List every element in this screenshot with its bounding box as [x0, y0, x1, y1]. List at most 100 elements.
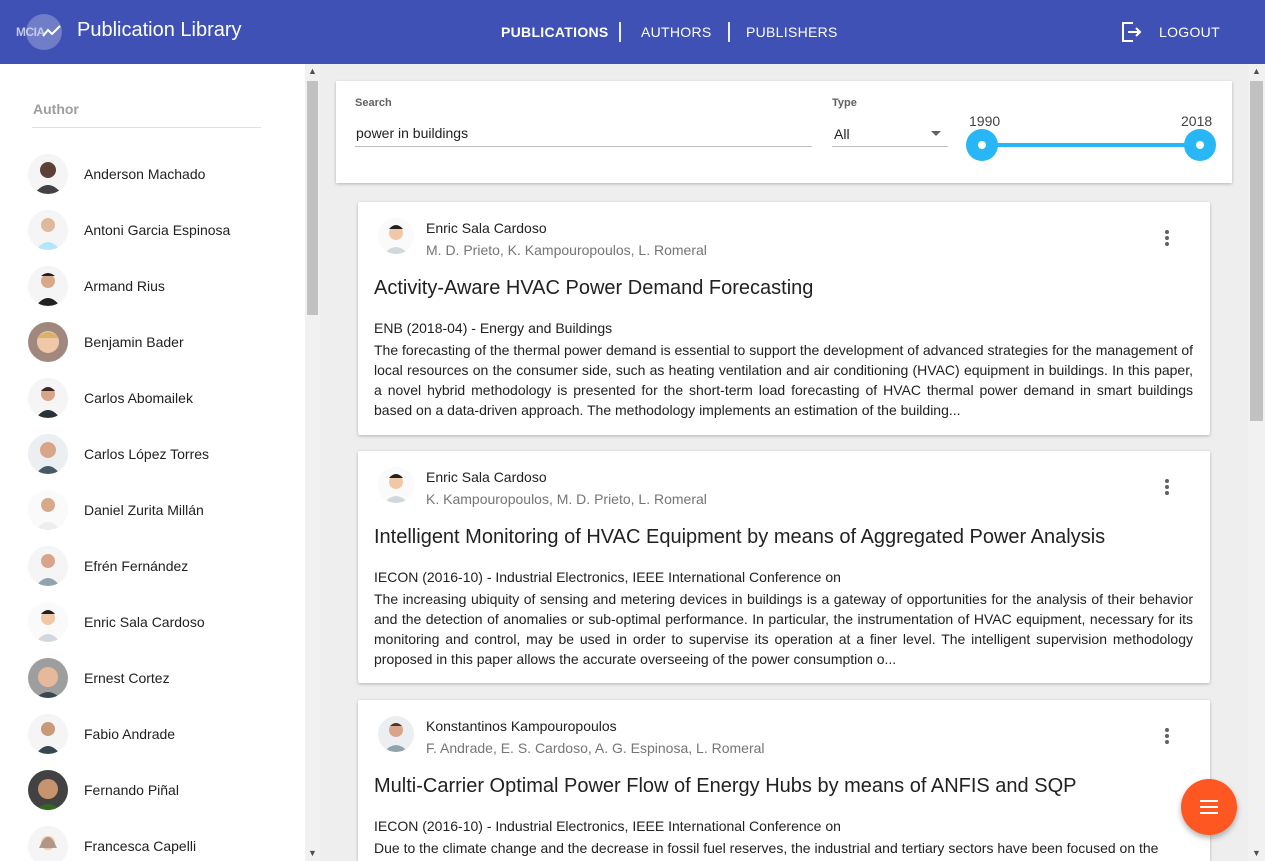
author-avatar: [28, 266, 68, 306]
year-max-label: 2018: [1181, 113, 1213, 129]
mcia-logo: MCIA: [16, 14, 62, 50]
author-avatar: [28, 210, 68, 250]
author-item[interactable]: Ernest Cortez: [0, 650, 305, 706]
author-avatar: [378, 218, 414, 254]
logout-icon[interactable]: [1119, 20, 1143, 44]
author-item[interactable]: Anderson Machado: [0, 146, 305, 202]
type-select[interactable]: All: [832, 121, 948, 147]
chevron-down-icon: [931, 131, 941, 136]
publication-abstract: Due to the climate change and the decrea…: [374, 840, 1159, 856]
author-name: Antoni Garcia Espinosa: [84, 222, 231, 238]
author-name: Francesca Capelli: [84, 838, 197, 854]
author-list: Anderson Machado Antoni Garcia Espinosa …: [0, 146, 305, 861]
author-item[interactable]: Carlos Abomailek: [0, 370, 305, 426]
author-avatar: [28, 434, 68, 474]
publication-title[interactable]: Activity-Aware HVAC Power Demand Forecas…: [374, 277, 813, 300]
author-name: Daniel Zurita Millán: [84, 502, 204, 518]
author-avatar: [28, 322, 68, 362]
author-item[interactable]: Antoni Garcia Espinosa: [0, 202, 305, 258]
author-item[interactable]: Benjamin Bader: [0, 314, 305, 370]
author-name: Benjamin Bader: [84, 334, 184, 350]
main-content: Search Type All 1990 2018 Enric Sala Car…: [320, 64, 1248, 861]
author-item[interactable]: Francesca Capelli: [0, 818, 305, 861]
author-avatar: [378, 716, 414, 752]
author-avatar: [28, 154, 68, 194]
author-item[interactable]: Fernando Piñal: [0, 762, 305, 818]
author-name: Fernando Piñal: [84, 782, 179, 798]
publication-card[interactable]: Enric Sala Cardoso K. Kampouropoulos, M.…: [358, 451, 1210, 683]
nav-separator: [728, 22, 730, 42]
search-label: Search: [355, 97, 392, 109]
nav-publications[interactable]: PUBLICATIONS: [501, 24, 609, 40]
publication-card[interactable]: Konstantinos Kampouropoulos F. Andrade, …: [358, 700, 1210, 861]
scrollbar-thumb[interactable]: [307, 81, 318, 315]
publication-title[interactable]: Multi-Carrier Optimal Power Flow of Ener…: [374, 775, 1076, 798]
author-name: Carlos Abomailek: [84, 390, 193, 406]
publication-venue: ENB (2018-04) - Energy and Buildings: [374, 320, 613, 336]
logo-text: MCIA: [16, 25, 45, 39]
author-avatar: [378, 467, 414, 503]
author-item[interactable]: Carlos López Torres: [0, 426, 305, 482]
sidebar-divider: [32, 127, 261, 128]
year-min-label: 1990: [969, 113, 1001, 129]
app-bar: MCIA Publication Library PUBLICATIONS AU…: [0, 0, 1265, 64]
publication-coauthors: K. Kampouropoulos, M. D. Prieto, L. Rome…: [426, 491, 707, 507]
logout-button[interactable]: LOGOUT: [1159, 24, 1220, 40]
publication-venue: IECON (2016-10) - Industrial Electronics…: [374, 818, 841, 834]
publication-abstract: The forecasting of the thermal power dem…: [374, 342, 1193, 418]
publication-author[interactable]: Enric Sala Cardoso: [426, 220, 547, 236]
author-avatar: [28, 826, 68, 861]
author-name: Armand Rius: [84, 278, 165, 294]
author-avatar: [28, 546, 68, 586]
type-label: Type: [832, 97, 857, 109]
sidebar-header: Author: [33, 101, 79, 117]
scroll-down-icon[interactable]: ▼: [305, 846, 320, 861]
author-item[interactable]: Enric Sala Cardoso: [0, 594, 305, 650]
more-vert-icon[interactable]: [1157, 477, 1177, 497]
filter-card: Search Type All 1990 2018: [336, 81, 1232, 183]
publication-author[interactable]: Enric Sala Cardoso: [426, 469, 547, 485]
publication-author[interactable]: Konstantinos Kampouropoulos: [426, 718, 617, 734]
year-min-handle[interactable]: [966, 129, 998, 161]
main-scrollbar[interactable]: ▲ ▼: [1248, 64, 1265, 861]
menu-icon: [1200, 812, 1218, 814]
author-avatar: [28, 658, 68, 698]
author-name: Efrén Fernández: [84, 558, 189, 574]
publication-card[interactable]: Enric Sala Cardoso M. D. Prieto, K. Kamp…: [358, 202, 1210, 435]
year-range-track[interactable]: [982, 143, 1200, 147]
sidebar-scrollbar[interactable]: ▲ ▼: [305, 64, 320, 861]
app-title: Publication Library: [77, 19, 242, 41]
author-name: Ernest Cortez: [84, 670, 170, 686]
publication-coauthors: F. Andrade, E. S. Cardoso, A. G. Espinos…: [426, 740, 765, 756]
scroll-down-icon[interactable]: ▼: [1249, 846, 1264, 861]
author-item[interactable]: Efrén Fernández: [0, 538, 305, 594]
author-item[interactable]: Armand Rius: [0, 258, 305, 314]
publication-title[interactable]: Intelligent Monitoring of HVAC Equipment…: [374, 526, 1105, 549]
publication-abstract: The increasing ubiquity of sensing and m…: [374, 591, 1193, 667]
author-item[interactable]: Daniel Zurita Millán: [0, 482, 305, 538]
year-max-handle[interactable]: [1184, 129, 1216, 161]
more-vert-icon[interactable]: [1157, 228, 1177, 248]
menu-icon: [1200, 800, 1218, 802]
author-item[interactable]: Fabio Andrade: [0, 706, 305, 762]
scroll-up-icon[interactable]: ▲: [1249, 64, 1264, 79]
author-sidebar: Author Anderson Machado Antoni Garcia Es…: [0, 64, 305, 861]
publication-coauthors: M. D. Prieto, K. Kampouropoulos, L. Rome…: [426, 242, 707, 258]
scroll-up-icon[interactable]: ▲: [305, 64, 320, 79]
publication-venue: IECON (2016-10) - Industrial Electronics…: [374, 569, 841, 585]
nav-authors[interactable]: AUTHORS: [641, 24, 712, 40]
author-name: Fabio Andrade: [84, 726, 176, 742]
more-vert-icon[interactable]: [1157, 726, 1177, 746]
author-avatar: [28, 490, 68, 530]
author-avatar: [28, 770, 68, 810]
author-avatar: [28, 714, 68, 754]
nav-separator: [619, 22, 621, 42]
author-avatar: [28, 602, 68, 642]
author-avatar: [28, 378, 68, 418]
scrollbar-thumb[interactable]: [1250, 81, 1263, 421]
author-name: Enric Sala Cardoso: [84, 614, 205, 630]
search-input[interactable]: [355, 119, 812, 147]
type-select-value: All: [834, 126, 850, 142]
nav-publishers[interactable]: PUBLISHERS: [746, 24, 838, 40]
menu-fab-button[interactable]: [1181, 779, 1237, 835]
